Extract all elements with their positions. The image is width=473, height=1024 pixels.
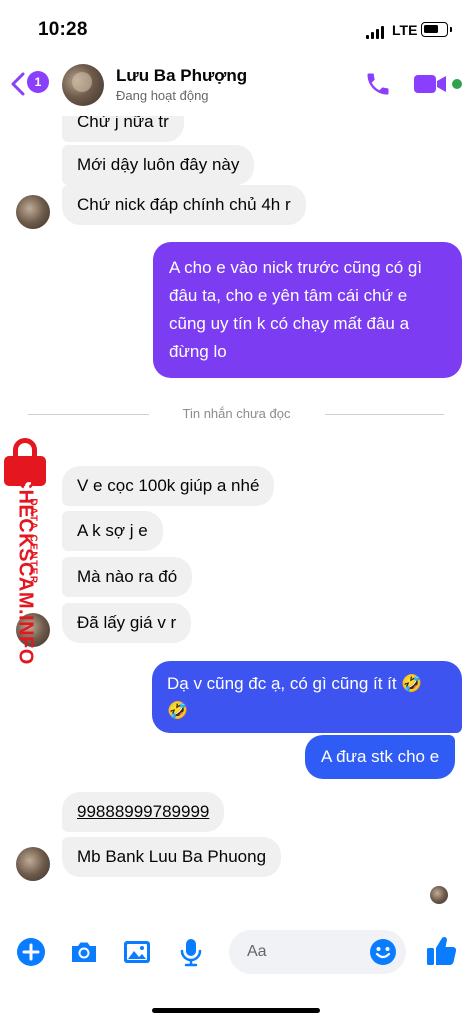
battery-icon <box>421 22 448 37</box>
message-text-line: 🤣 <box>167 701 189 720</box>
message-outgoing[interactable]: A đưa stk cho e <box>305 735 456 779</box>
message-input-container[interactable] <box>229 930 406 974</box>
microphone-icon[interactable] <box>175 936 207 968</box>
composer-bar <box>0 922 473 992</box>
online-status-dot <box>452 79 462 89</box>
network-label: LTE <box>392 22 418 38</box>
message-text-line: A cho e vào nick trước cũng có gì <box>169 258 423 277</box>
watermark-logo: CHECKSCAM.INFO DATA CENTER <box>0 438 48 668</box>
message-text: Mà nào ra đó <box>77 567 178 586</box>
message-text: A đưa stk cho e <box>321 747 440 766</box>
image-icon[interactable] <box>121 936 153 968</box>
contact-name[interactable]: Lưu Ba Phượng <box>116 66 247 86</box>
contact-status: Đang hoạt động <box>116 88 209 103</box>
status-time: 10:28 <box>38 19 88 40</box>
message-text: Mới dậy luôn đây này <box>77 155 240 174</box>
message-incoming[interactable]: V e cọc 100k giúp a nhé <box>62 466 275 506</box>
message-incoming[interactable]: Mà nào ra đó <box>62 557 193 597</box>
signal-icon <box>366 25 386 39</box>
message-outgoing[interactable]: A cho e vào nick trước cũng có gì đâu ta… <box>153 242 462 378</box>
camera-icon[interactable] <box>68 936 100 968</box>
message-text: Đã lấy giá v r <box>77 613 177 632</box>
message-incoming[interactable]: Mới dậy luôn đây này <box>62 145 255 185</box>
home-indicator[interactable] <box>152 1008 320 1013</box>
message-outgoing[interactable]: Dạ v cũng đc ạ, có gì cũng ít ít 🤣 🤣 <box>152 661 462 733</box>
message-incoming[interactable]: Đã lấy giá v r <box>62 603 192 643</box>
message-incoming[interactable]: Mb Bank Luu Ba Phuong <box>62 837 282 877</box>
message-text-line: đừng lo <box>169 342 227 361</box>
message-incoming[interactable]: Chứ j nữa tr <box>62 116 184 142</box>
message-text: Chứ j nữa tr <box>77 116 169 131</box>
message-incoming[interactable]: 99888999789999 <box>62 792 225 832</box>
seen-receipt-avatar <box>430 886 448 904</box>
thumbs-up-icon[interactable] <box>425 934 457 968</box>
phone-icon[interactable] <box>364 70 392 98</box>
account-number-link[interactable]: 99888999789999 <box>77 802 209 821</box>
message-text: A k sợ j e <box>77 521 148 540</box>
contact-avatar[interactable] <box>62 64 104 106</box>
sender-avatar[interactable] <box>16 847 50 881</box>
watermark-sub: DATA CENTER <box>27 498 39 585</box>
message-text-line: cũng uy tín k có chạy mất đâu a <box>169 314 410 333</box>
message-text: V e cọc 100k giúp a nhé <box>77 476 260 495</box>
smiley-icon[interactable] <box>369 938 397 966</box>
status-bar: 10:28 LTE <box>0 0 473 56</box>
message-text-line: Dạ v cũng đc ạ, có gì cũng ít ít 🤣 <box>167 674 423 693</box>
message-incoming[interactable]: A k sợ j e <box>62 511 163 551</box>
divider-line <box>325 414 444 415</box>
unread-count-badge[interactable]: 1 <box>27 71 49 93</box>
battery-tip <box>450 27 452 32</box>
message-input[interactable] <box>247 930 367 974</box>
video-camera-icon[interactable] <box>413 72 447 96</box>
message-text: Mb Bank Luu Ba Phuong <box>77 847 267 866</box>
message-text-line: đâu ta, cho e yên tâm cái chứ e <box>169 286 408 305</box>
plus-circle-icon[interactable] <box>15 936 47 968</box>
message-text: Chứ nick đáp chính chủ 4h r <box>77 195 291 214</box>
chevron-left-icon[interactable] <box>10 72 26 96</box>
message-incoming[interactable]: Chứ nick đáp chính chủ 4h r <box>62 185 306 225</box>
chat-header: 1 Lưu Ba Phượng Đang hoạt động <box>0 56 473 116</box>
sender-avatar[interactable] <box>16 195 50 229</box>
message-list[interactable]: Chứ j nữa tr Mới dậy luôn đây này Chứ ni… <box>0 116 473 922</box>
